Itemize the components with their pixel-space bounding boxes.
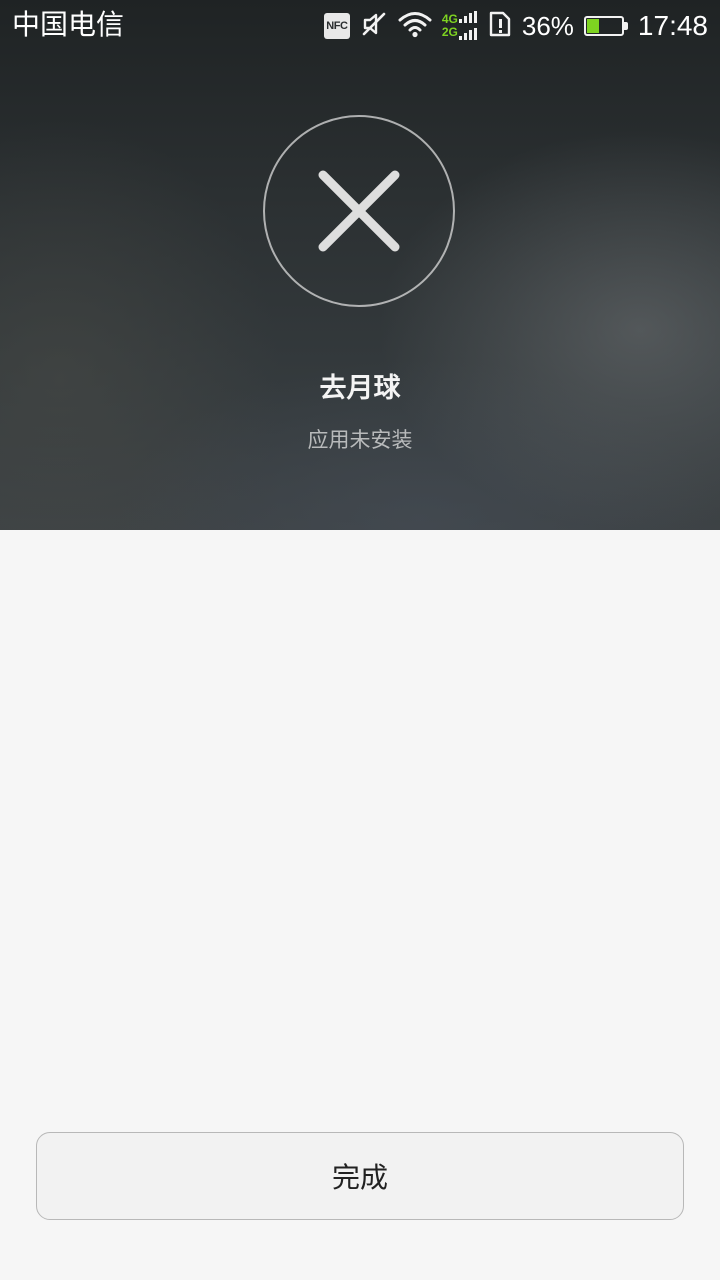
mute-icon [360,10,388,42]
close-icon [318,170,400,252]
carrier-name: 中国电信 [12,8,125,41]
network-2g-label: 2G [441,25,458,39]
install-result-screen: 中国电信 NFC 4G 2G 36% 17:48 去月球 应用未安装 完成 [0,0,720,1280]
done-button[interactable]: 完成 [36,1132,684,1220]
clock: 17:48 [637,10,708,41]
battery-icon [583,16,628,36]
signal-icon: 4G 2G [442,11,478,41]
status-icons: NFC 4G 2G 36% 17:48 [314,6,708,46]
app-name: 去月球 [319,373,401,404]
sim-alert-icon [488,10,512,42]
battery-level-fill [586,19,599,33]
result-header-panel: 中国电信 NFC 4G 2G 36% 17:48 去月球 应用未安装 [0,0,720,530]
install-failed-indicator [263,115,455,307]
install-status-text: 应用未安装 [307,428,413,452]
nfc-icon: NFC [323,13,350,39]
wifi-icon [398,10,432,42]
battery-percent: 36% [521,10,574,41]
status-bar: 中国电信 NFC 4G 2G 36% 17:48 [0,0,720,52]
